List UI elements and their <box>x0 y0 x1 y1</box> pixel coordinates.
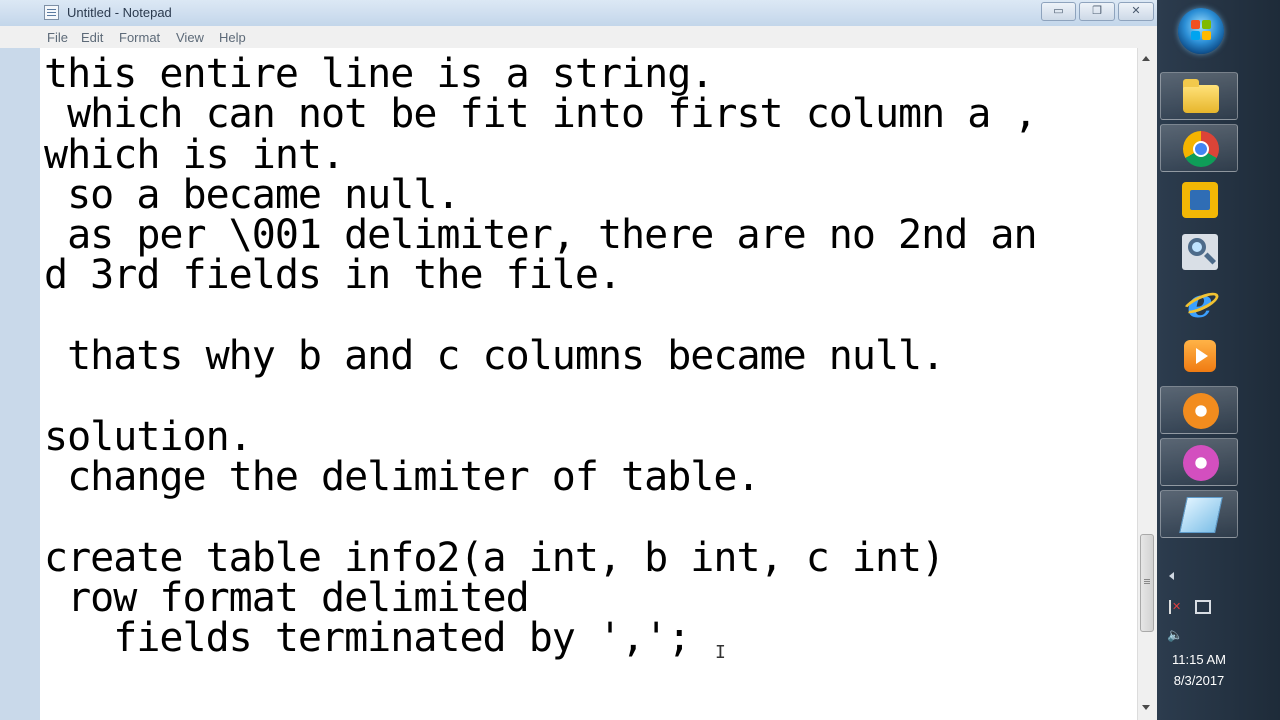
notepad-app-icon[interactable] <box>44 5 59 20</box>
chrome-icon <box>1183 131 1219 167</box>
taskbar-magnifier[interactable] <box>1160 228 1238 276</box>
close-button[interactable]: ✕ <box>1118 2 1154 21</box>
taskbar-app-pink[interactable] <box>1160 438 1238 486</box>
scroll-down-arrow-icon[interactable] <box>1142 705 1150 710</box>
taskbar-vmware[interactable] <box>1160 176 1238 224</box>
folder-icon <box>1183 79 1219 113</box>
notepad-window: Untitled - Notepad ▭ ❐ ✕ File Edit Forma… <box>0 0 1157 720</box>
menu-edit[interactable]: Edit <box>81 30 103 45</box>
media-player-icon <box>1184 340 1216 372</box>
vmware-icon <box>1182 182 1218 218</box>
menu-file[interactable]: File <box>47 30 68 45</box>
taskbar-notepad[interactable] <box>1160 490 1238 538</box>
volume-icon[interactable]: 🔈 <box>1167 627 1183 642</box>
menu-format[interactable]: Format <box>119 30 160 45</box>
maximize-button[interactable]: ❐ <box>1079 2 1115 21</box>
magnifier-icon <box>1182 234 1218 270</box>
windows-logo-icon <box>1191 20 1211 40</box>
start-button[interactable] <box>1178 8 1224 54</box>
taskbar-explorer[interactable] <box>1160 72 1238 120</box>
app-orange-icon <box>1183 393 1219 429</box>
menu-help[interactable]: Help <box>219 30 246 45</box>
vertical-scrollbar[interactable] <box>1137 48 1157 720</box>
internet-explorer-icon: e <box>1182 284 1218 324</box>
network-icon[interactable] <box>1195 600 1211 614</box>
taskbar-chrome[interactable] <box>1160 124 1238 172</box>
scroll-up-arrow-icon[interactable] <box>1142 56 1150 61</box>
title-bar[interactable]: Untitled - Notepad ▭ ❐ ✕ <box>0 0 1157 26</box>
taskbar: e 🔈 11:15 AM 8/3/2017 <box>1157 0 1280 720</box>
menu-view[interactable]: View <box>176 30 204 45</box>
window-title: Untitled - Notepad <box>67 5 172 20</box>
editor-text[interactable]: this entire line is a string. which can … <box>44 54 1038 658</box>
clock-date[interactable]: 8/3/2017 <box>1157 673 1241 688</box>
taskbar-media-player[interactable] <box>1160 332 1238 380</box>
clock-time[interactable]: 11:15 AM <box>1157 652 1241 667</box>
text-cursor-icon: I <box>715 642 726 663</box>
minimize-button[interactable]: ▭ <box>1041 2 1076 21</box>
notepad-icon <box>1179 497 1223 533</box>
scrollbar-thumb[interactable] <box>1140 534 1154 632</box>
show-hidden-icons-chevron-icon[interactable] <box>1169 572 1174 580</box>
menu-bar: File Edit Format View Help <box>0 26 1157 48</box>
app-pink-icon <box>1183 445 1219 481</box>
taskbar-internet-explorer[interactable]: e <box>1160 280 1238 328</box>
action-center-flag-icon[interactable] <box>1167 600 1183 614</box>
taskbar-app-orange[interactable] <box>1160 386 1238 434</box>
text-editor-area[interactable]: this entire line is a string. which can … <box>40 48 1137 720</box>
